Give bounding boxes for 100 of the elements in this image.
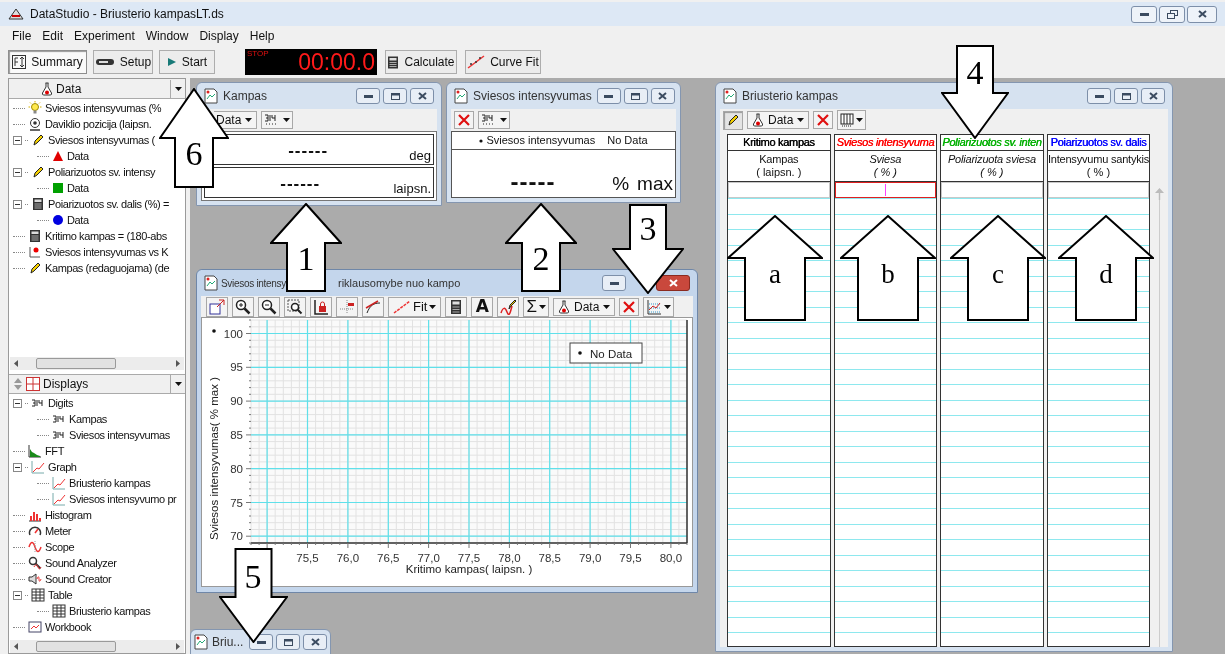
tree-item[interactable]: Sviesos intensyvumo pr [69,490,177,508]
autoscale-button[interactable] [206,296,228,317]
statistics-dropdown[interactable]: Σ [523,296,549,317]
delete-button[interactable] [813,111,834,129]
slope-tool-button[interactable] [362,296,384,317]
tree-item[interactable]: Poiarizuotos sv. dalis (%) = [48,195,169,213]
menu-item[interactable]: Edit [42,27,64,45]
close-button[interactable] [656,275,690,291]
data-dropdown[interactable]: Data [214,111,258,129]
fit-dropdown[interactable]: Fit [388,296,442,317]
maximize-button[interactable] [1114,88,1138,104]
document-icon [204,88,218,104]
speaker-icon [28,572,42,586]
tree-item[interactable]: Sound Creator [45,570,112,588]
tree-item[interactable]: Workbook [45,618,92,636]
collapse-icon[interactable] [13,135,22,145]
minimize-button[interactable] [596,88,621,104]
horizontal-scrollbar[interactable] [10,640,184,653]
minimized-window[interactable]: Briu... [190,629,331,654]
maximize-button[interactable] [383,88,407,104]
tree-item[interactable]: Meter [45,522,72,540]
close-button[interactable] [1187,5,1217,23]
close-button[interactable] [650,88,675,104]
close-button[interactable] [410,88,434,104]
workbook-icon [28,620,42,634]
collapse-icon[interactable] [13,199,22,209]
data-dropdown[interactable]: Data [747,111,810,129]
columns-dropdown[interactable] [837,110,867,130]
minimize-button[interactable] [356,88,380,104]
zoom-out-button[interactable] [258,296,280,317]
restore-button[interactable] [1159,5,1185,23]
tree-item[interactable]: Digits [48,394,74,412]
toolbar-button[interactable]: Calculate [385,50,457,74]
collapse-icon[interactable] [13,590,22,600]
tree-item[interactable]: Sviesos intensyvumas vs K [45,243,169,261]
tree-item[interactable]: Daviklio pozicija (laipsn. [45,115,152,133]
delete-button[interactable] [454,111,474,129]
scrollbar-thumb[interactable] [36,641,116,652]
minimize-button[interactable] [1087,88,1111,104]
tree-item[interactable]: Graph [48,458,77,476]
vertical-scrollbar[interactable] [1153,186,1165,647]
zoom-in-button[interactable] [232,296,254,317]
input-field[interactable] [834,182,937,198]
tree-item[interactable]: Sound Analyzer [45,554,117,572]
tree-item[interactable]: Data [67,147,89,165]
table-cell[interactable] [941,182,1043,198]
dropdown-button[interactable] [170,79,185,98]
minimize-button[interactable] [1131,5,1157,23]
tree-item[interactable]: Kritimo kampas = (180-abs [45,227,167,245]
tree-item[interactable]: Briusterio kampas [69,602,151,620]
column-header: Sviesa [869,153,902,166]
toolbar-button[interactable]: Setup [93,50,153,74]
tree-item[interactable]: FFT [45,442,64,460]
settings-dropdown[interactable] [643,296,675,317]
maximize-button[interactable] [623,88,648,104]
tree-item[interactable]: Data [67,211,89,229]
tree-item[interactable]: Histogram [45,506,92,524]
data-dropdown[interactable]: Data [552,297,616,316]
edit-button[interactable] [723,110,743,130]
annotation-button[interactable]: A [471,296,494,317]
calculator-button[interactable] [445,296,468,317]
table-cell[interactable] [1047,182,1150,198]
collapse-icon[interactable] [13,398,22,408]
tree-item[interactable]: Kampas [69,410,107,428]
minimize-button[interactable] [602,275,626,291]
delete-button[interactable] [619,297,640,316]
tree-item[interactable]: Poliarizuotos sv. intensy [48,163,156,181]
tree-item[interactable]: Briusterio kampas [69,474,151,492]
menu-item[interactable]: Window [145,27,189,45]
menu-item[interactable]: File [12,27,32,45]
zoom-select-button[interactable] [284,296,306,317]
data-lock-button[interactable] [310,296,332,317]
tree-item[interactable]: Sviesos intensyvumas [69,426,170,444]
menu-item[interactable]: Experiment [74,27,135,45]
fft-icon [28,444,42,458]
collapse-icon[interactable] [13,167,22,177]
note-button[interactable] [497,296,520,317]
tree-item[interactable]: Table [48,586,73,604]
menu-item[interactable]: Help [249,27,275,45]
tree-item[interactable]: Data [67,179,89,197]
toolbar-button[interactable]: Summary [8,50,87,74]
curve-fit-icon [467,55,486,69]
tree-item[interactable]: Sviesos intensyvumas ( [48,131,155,149]
table-cell[interactable] [728,182,830,198]
digits-format-dropdown[interactable] [261,111,294,129]
tree-item[interactable]: Kampas (redaguojama) (de [45,259,170,277]
close-button[interactable] [1141,88,1165,104]
smart-tool-button[interactable] [336,296,358,317]
close-button[interactable] [303,634,327,650]
collapse-icon[interactable] [13,462,22,472]
tree-item[interactable]: Scope [45,538,75,556]
scrollbar-thumb[interactable] [36,358,116,369]
maximize-button[interactable] [276,634,300,650]
menu-item[interactable]: Display [199,27,239,45]
dropdown-button[interactable] [170,375,185,393]
digits-format-dropdown[interactable] [478,111,510,129]
toolbar-button[interactable]: Start [159,50,215,74]
tree-item[interactable]: Sviesos intensyvumas (% [45,99,162,117]
toolbar-button[interactable]: Curve Fit [465,50,541,74]
horizontal-scrollbar[interactable] [10,357,184,370]
